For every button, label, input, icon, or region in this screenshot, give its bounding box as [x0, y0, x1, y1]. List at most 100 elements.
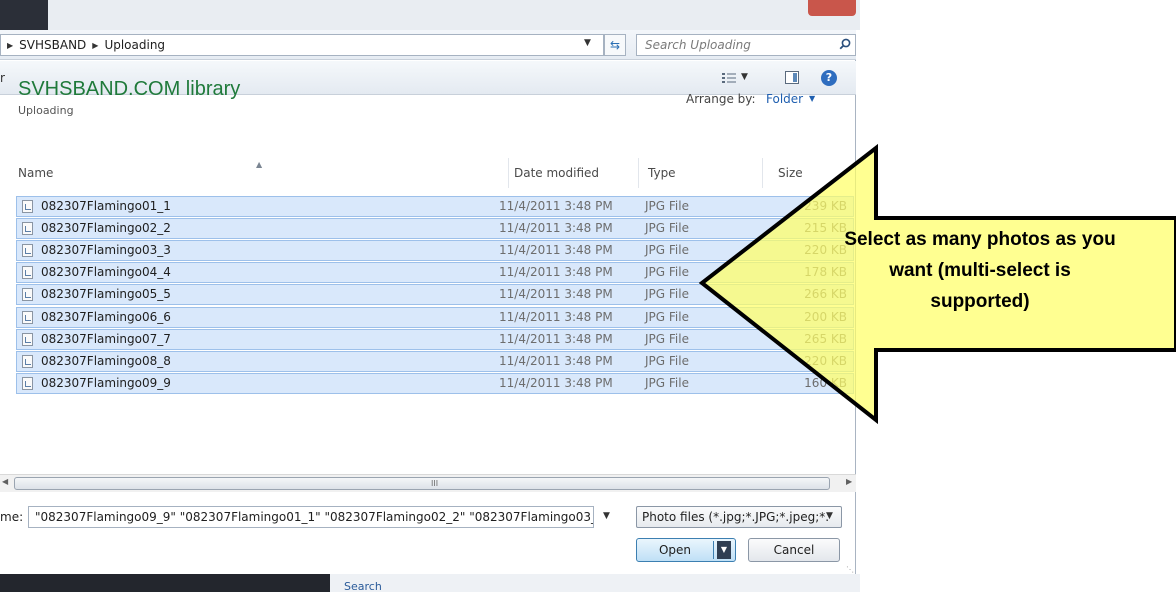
jpg-file-icon — [22, 376, 33, 390]
open-button[interactable]: Open ▼ — [636, 538, 736, 562]
callout-line-1: Select as many photos as you — [844, 229, 1116, 250]
search-placeholder: Search Uploading — [645, 38, 751, 52]
file-name-cell: 082307Flamingo09_9 — [41, 375, 171, 390]
file-name-cell: 082307Flamingo03_3 — [41, 243, 171, 258]
file-row[interactable]: 082307Flamingo09_9 11/4/2011 3:48 PM JPG F… — [16, 372, 854, 394]
file-size-cell: 220 KB — [804, 353, 847, 368]
jpg-file-icon — [22, 200, 33, 213]
arrange-by-label: Arrange by: — [686, 92, 756, 106]
callout-line-3: supported) — [930, 291, 1030, 312]
screenshot: ▶ SVHSBAND ▶ Uploading ▼ ⇆ Search Upload… — [0, 0, 1176, 592]
jpg-file-icon — [22, 244, 33, 258]
background-dark-strip — [0, 574, 330, 592]
jpg-file-icon — [22, 266, 33, 280]
file-date-cell: 11/4/2011 3:48 PM — [499, 331, 613, 346]
file-name-cell: 082307Flamingo05_5 — [41, 287, 171, 302]
scroll-right-arrow[interactable]: ▶ — [846, 477, 852, 486]
file-date-cell: 11/4/2011 3:48 PM — [499, 243, 613, 258]
file-date-cell: 11/4/2011 3:48 PM — [499, 199, 613, 213]
file-type-cell: JPG File — [645, 199, 689, 213]
breadcrumb-item-svhsband[interactable]: SVHSBAND — [19, 38, 86, 52]
cancel-button[interactable]: Cancel — [748, 538, 840, 562]
scroll-left-arrow[interactable]: ◀ — [2, 477, 8, 486]
help-icon[interactable]: ? — [821, 70, 837, 86]
file-size-cell: 160 KB — [804, 375, 847, 390]
open-options-dropdown[interactable]: ▼ — [717, 541, 731, 559]
file-type-cell: JPG File — [645, 287, 689, 302]
file-row[interactable]: 082307Flamingo02_2 11/4/2011 3:48 PM JPG F… — [16, 218, 854, 240]
split-divider — [713, 541, 714, 559]
file-row[interactable]: 082307Flamingo06_6 11/4/2011 3:48 PM JPG F… — [16, 306, 854, 328]
file-row[interactable]: 082307Flamingo04_4 11/4/2011 3:48 PM JPG F… — [16, 262, 854, 284]
file-name-cell: 082307Flamingo07_7 — [41, 331, 171, 346]
file-type-cell: JPG File — [645, 309, 689, 324]
horizontal-scrollbar[interactable]: ◀ III ▶ — [0, 474, 856, 492]
views-icon[interactable] — [722, 72, 736, 84]
file-name-input[interactable]: "082307Flamingo09_9" "082307Flamingo01_1… — [28, 506, 594, 528]
file-name-dropdown-arrow[interactable]: ▼ — [603, 511, 610, 521]
column-divider[interactable] — [508, 158, 509, 188]
file-size-cell: 265 KB — [804, 331, 847, 346]
open-button-label: Open — [658, 543, 692, 557]
callout-text: Select as many photos as you want (multi… — [790, 224, 1170, 317]
toolbar-cut-off-text: r — [0, 71, 5, 85]
file-date-cell: 11/4/2011 3:48 PM — [499, 221, 613, 236]
file-name-cell: 082307Flamingo08_8 — [41, 353, 171, 368]
chevron-down-icon[interactable]: ▼ — [826, 511, 833, 521]
file-name-label: me: — [0, 510, 24, 524]
file-row[interactable]: 082307Flamingo08_8 11/4/2011 3:48 PM JPG F… — [16, 350, 854, 372]
background-dark-panel — [0, 0, 48, 30]
file-type-filter-select[interactable]: Photo files (*.jpg;*.JPG;*.jpeg;*. — [636, 506, 842, 528]
column-header-size[interactable]: Size — [778, 158, 803, 188]
breadcrumb[interactable]: ▶ SVHSBAND ▶ Uploading — [0, 34, 604, 56]
background-window-top — [0, 0, 860, 30]
callout-line-2: want (multi-select is — [889, 260, 1071, 281]
file-size-cell: 239 KB — [804, 199, 847, 213]
chevron-right-icon: ▶ — [92, 40, 99, 50]
arrange-by-dropdown[interactable]: Folder — [766, 92, 803, 106]
refresh-icon: ⇆ — [609, 38, 621, 52]
column-divider[interactable] — [762, 158, 763, 188]
column-header-name[interactable]: Name — [18, 158, 53, 188]
sort-ascending-icon: ▲ — [256, 160, 263, 169]
file-row[interactable]: 082307Flamingo05_5 11/4/2011 3:48 PM JPG F… — [16, 284, 854, 306]
library-title: SVHSBAND.COM library — [18, 78, 241, 100]
background-close-button — [808, 0, 856, 16]
address-history-dropdown[interactable]: ▼ — [584, 38, 591, 48]
file-name-cell: 082307Flamingo01_1 — [41, 199, 171, 213]
library-subtitle: Uploading — [18, 104, 74, 117]
file-type-cell: JPG File — [645, 221, 689, 236]
chevron-down-icon[interactable]: ▼ — [809, 94, 815, 103]
file-row[interactable]: 082307Flamingo01_1 11/4/2011 3:48 PM JPG F… — [16, 196, 854, 217]
column-divider[interactable] — [638, 158, 639, 188]
chevron-right-icon: ▶ — [7, 40, 14, 50]
file-row[interactable]: 082307Flamingo07_7 11/4/2011 3:48 PM JPG F… — [16, 328, 854, 350]
file-name-cell: 082307Flamingo04_4 — [41, 265, 171, 280]
file-type-cell: JPG File — [645, 353, 689, 368]
preview-pane-icon[interactable] — [785, 71, 799, 84]
jpg-file-icon — [22, 222, 33, 236]
jpg-file-icon — [22, 332, 33, 346]
jpg-file-icon — [22, 310, 33, 324]
file-type-cell: JPG File — [645, 265, 689, 280]
file-date-cell: 11/4/2011 3:48 PM — [499, 353, 613, 368]
file-date-cell: 11/4/2011 3:48 PM — [499, 287, 613, 302]
file-row[interactable]: 082307Flamingo03_3 11/4/2011 3:48 PM JPG F… — [16, 240, 854, 262]
file-date-cell: 11/4/2011 3:48 PM — [499, 309, 613, 324]
file-name-cell: 082307Flamingo06_6 — [41, 309, 171, 324]
scrollbar-thumb[interactable]: III — [14, 477, 830, 490]
file-type-cell: JPG File — [645, 243, 689, 258]
file-type-cell: JPG File — [645, 331, 689, 346]
jpg-file-icon — [22, 354, 33, 368]
file-date-cell: 11/4/2011 3:48 PM — [499, 265, 613, 280]
open-file-dialog: ▶ SVHSBAND ▶ Uploading ▼ ⇆ Search Upload… — [0, 30, 856, 576]
breadcrumb-item-uploading[interactable]: Uploading — [104, 38, 165, 52]
search-input[interactable]: Search Uploading — [636, 34, 856, 56]
refresh-button[interactable]: ⇆ — [604, 34, 626, 56]
address-bar-row: ▶ SVHSBAND ▶ Uploading ▼ ⇆ Search Upload… — [0, 30, 856, 60]
views-dropdown-arrow[interactable]: ▼ — [741, 72, 748, 82]
column-header-date-modified[interactable]: Date modified — [514, 158, 599, 188]
search-icon[interactable] — [839, 38, 851, 50]
column-header-type[interactable]: Type — [648, 158, 676, 188]
resize-grip-icon[interactable]: ⋱ — [846, 565, 854, 574]
